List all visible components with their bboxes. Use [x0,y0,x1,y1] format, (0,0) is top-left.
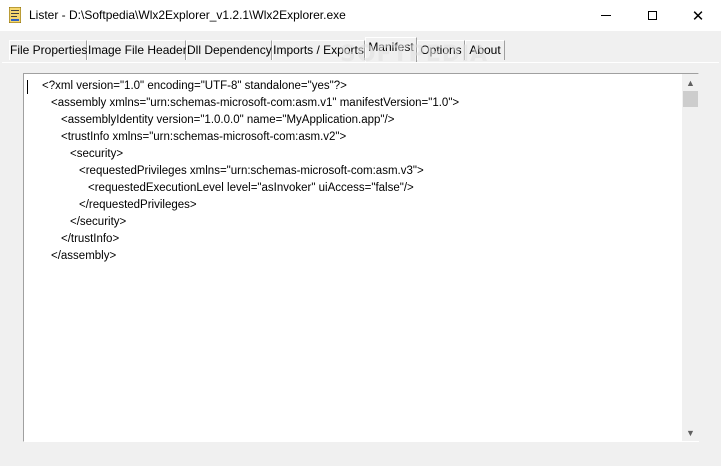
manifest-xml: <?xml version="1.0" encoding="UTF-8" sta… [42,79,459,266]
close-icon: ✕ [691,7,705,25]
xml-line: </requestedPrivileges> [79,199,197,211]
xml-line: <requestedExecutionLevel level="asInvoke… [88,182,414,194]
xml-line: </trustInfo> [61,233,120,245]
minimize-icon [601,15,611,16]
xml-line: <requestedPrivileges xmlns="urn:schemas-… [79,165,424,177]
title-bar[interactable]: Lister - D:\Softpedia\Wlx2Explorer_v1.2.… [0,0,721,32]
scroll-up-button[interactable]: ▲ [682,74,699,91]
scroll-down-button[interactable]: ▼ [682,424,699,441]
xml-line: <trustInfo xmlns="urn:schemas-microsoft-… [61,131,347,143]
tab-file-properties[interactable]: File Properties [9,40,87,60]
lister-app-icon [9,7,21,23]
maximize-icon [647,11,657,20]
xml-line: </assembly> [51,250,117,262]
scroll-thumb[interactable] [683,91,698,107]
maximize-button[interactable] [629,0,675,31]
xml-line: <?xml version="1.0" encoding="UTF-8" sta… [42,80,347,92]
vertical-scrollbar[interactable]: ▲ ▼ [682,74,699,441]
xml-line: <assemblyIdentity version="1.0.0.0" name… [61,114,395,126]
manifest-viewer[interactable]: <?xml version="1.0" encoding="UTF-8" sta… [23,73,699,442]
text-caret [27,80,28,94]
close-button[interactable]: ✕ [675,0,721,31]
softpedia-watermark: SOFTPEDIA [340,42,489,67]
xml-line: <security> [70,148,124,160]
xml-line: </security> [70,216,127,228]
chevron-up-icon: ▲ [686,77,695,88]
tab-image-file-header[interactable]: Image File Header [87,40,187,60]
window-title: Lister - D:\Softpedia\Wlx2Explorer_v1.2.… [29,8,346,22]
tab-dll-dependency[interactable]: Dll Dependency [186,40,272,60]
chevron-down-icon: ▼ [686,427,695,438]
minimize-button[interactable] [583,0,629,31]
xml-line: <assembly xmlns="urn:schemas-microsoft-c… [51,97,460,109]
